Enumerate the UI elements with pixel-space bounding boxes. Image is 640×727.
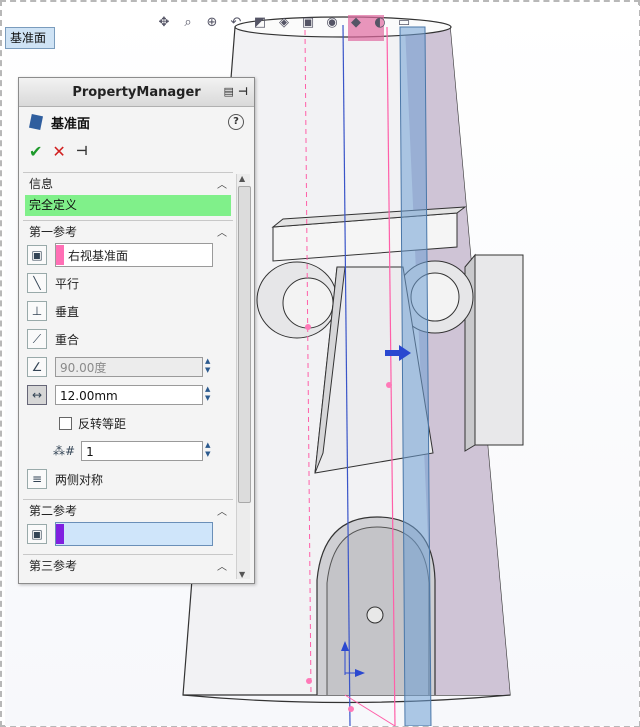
perpendicular-icon[interactable]: ⊥ — [27, 301, 47, 321]
ref2-color-swatch — [56, 524, 64, 544]
hide-show-icon[interactable]: ◉ — [323, 13, 341, 31]
scrollbar-thumb[interactable] — [238, 186, 251, 503]
ref1-header-label: 第一参考 — [29, 224, 78, 239]
info-section-header[interactable]: 信息 ︿ — [23, 172, 233, 193]
count-row: ⁂# 1 ▲ ▼ — [23, 437, 233, 465]
plane-feature-icon — [29, 114, 43, 130]
ref2-section-header[interactable]: 第二参考 ︿ — [23, 499, 233, 520]
perpendicular-option[interactable]: ⊥ 垂直 — [23, 297, 233, 325]
plane-preview — [399, 26, 432, 726]
ear-block — [474, 254, 524, 446]
flip-offset-label: 反转等距 — [78, 416, 127, 431]
instances-icon: ⁂# — [53, 444, 76, 458]
chevron-up-icon[interactable]: ︿ — [217, 224, 227, 239]
window-frame: ✥ ⌕ ⊕ ↶ ◩ ◈ ▣ ◉ ◆ ◐ ▭ 基准面 PropertyManage… — [0, 0, 640, 727]
pan-icon[interactable]: ✥ — [155, 13, 173, 31]
zoom-fit-icon[interactable]: ⌕ — [179, 13, 197, 31]
distance-input[interactable]: 12.00mm — [55, 385, 203, 405]
mid-plane-icon[interactable]: ≡ — [27, 469, 47, 489]
view-orientation-icon[interactable]: ◈ — [275, 13, 293, 31]
chevron-up-icon[interactable]: ︿ — [217, 558, 227, 573]
coincident-option[interactable]: ⟋ 重合 — [23, 325, 233, 353]
chevron-up-icon[interactable]: ︿ — [217, 503, 227, 518]
ref1-selection-row: ▣ 右视基准面 — [23, 241, 233, 269]
distance-row: ↔ 12.00mm ▲ ▼ — [23, 381, 233, 409]
property-manager-title: PropertyManager ▤ ⊣ — [19, 78, 254, 107]
breadcrumb[interactable]: 基准面 — [5, 27, 56, 49]
ref1-selection-box[interactable]: 右视基准面 — [55, 243, 213, 267]
ref1-color-swatch — [56, 245, 64, 265]
ref2-selection-row: ▣ — [23, 520, 233, 548]
edit-appearance-icon[interactable]: ◆ — [347, 13, 365, 31]
zoom-area-icon[interactable]: ⊕ — [203, 13, 221, 31]
pin-panel-icon[interactable]: ⊣ — [238, 85, 248, 98]
previous-view-icon[interactable]: ↶ — [227, 13, 245, 31]
count-spinner[interactable]: ▲ ▼ — [205, 441, 217, 461]
property-manager-title-text: PropertyManager — [72, 84, 201, 100]
offset-distance-icon[interactable]: ↔ — [27, 385, 47, 405]
graphics-area[interactable]: ✥ ⌕ ⊕ ↶ ◩ ◈ ▣ ◉ ◆ ◐ ▭ 基准面 PropertyManage… — [5, 5, 639, 726]
section-view-icon[interactable]: ◩ — [251, 13, 269, 31]
scroll-up-icon[interactable]: ▲ — [239, 174, 245, 183]
perpendicular-label: 垂直 — [55, 304, 80, 319]
collapse-icon[interactable]: ▤ — [224, 85, 234, 98]
feature-name: 基准面 — [51, 116, 91, 132]
reference-entity-icon: ▣ — [27, 524, 47, 544]
keep-visible-button[interactable]: ⊣ — [76, 144, 88, 159]
ref3-header-label: 第三参考 — [29, 558, 78, 573]
angle-spinner[interactable]: ▲ ▼ — [205, 357, 217, 377]
ok-button[interactable]: ✔ — [29, 142, 42, 161]
parallel-option[interactable]: ╲ 平行 — [23, 269, 233, 297]
distance-spinner[interactable]: ▲ ▼ — [205, 385, 217, 405]
display-style-icon[interactable]: ▣ — [299, 13, 317, 31]
ref3-section-header[interactable]: 第三参考 ︿ — [23, 554, 233, 575]
knob — [366, 606, 384, 624]
ref1-selection-text: 右视基准面 — [68, 248, 129, 263]
ref2-header-label: 第二参考 — [29, 503, 78, 518]
property-content: 信息 ︿ 完全定义 第一参考 ︿ ▣ 右视基准面 ╲ 平行 ⊥ 垂直 ⟋ 重合 … — [23, 172, 233, 575]
feature-header: 基准面 ? — [19, 107, 254, 137]
scrollbar[interactable]: ▲ ▼ — [236, 174, 251, 579]
status-message: 完全定义 — [25, 195, 231, 216]
scroll-down-icon[interactable]: ▼ — [239, 570, 245, 579]
count-input[interactable]: 1 — [81, 441, 204, 461]
property-manager: PropertyManager ▤ ⊣ 基准面 ? ✔ ✕ ⊣ 信息 ︿ 完全定… — [18, 77, 255, 584]
angle-row: ∠ 90.00度 ▲ ▼ — [23, 353, 233, 381]
flip-offset-row[interactable]: 反转等距 — [23, 409, 233, 437]
flip-offset-checkbox[interactable] — [59, 416, 72, 430]
parallel-label: 平行 — [55, 276, 80, 291]
angle-icon[interactable]: ∠ — [27, 357, 47, 377]
mid-plane-option[interactable]: ≡ 两侧对称 — [23, 465, 233, 493]
help-button[interactable]: ? — [228, 114, 244, 130]
scene-icon[interactable]: ◐ — [371, 13, 389, 31]
action-buttons: ✔ ✕ ⊣ — [19, 137, 254, 165]
mid-plane-label: 两侧对称 — [55, 472, 104, 487]
angle-input[interactable]: 90.00度 — [55, 357, 203, 377]
info-header-label: 信息 — [29, 176, 54, 191]
coincident-label: 重合 — [55, 332, 80, 347]
cancel-button[interactable]: ✕ — [52, 142, 65, 161]
ref2-selection-box[interactable] — [55, 522, 213, 546]
chevron-up-icon[interactable]: ︿ — [217, 176, 227, 191]
coincident-icon[interactable]: ⟋ — [27, 329, 47, 349]
reference-entity-icon: ▣ — [27, 245, 47, 265]
parallel-icon[interactable]: ╲ — [27, 273, 47, 293]
heads-up-toolbar: ✥ ⌕ ⊕ ↶ ◩ ◈ ▣ ◉ ◆ ◐ ▭ — [155, 11, 413, 33]
view-settings-icon[interactable]: ▭ — [395, 13, 413, 31]
ref1-section-header[interactable]: 第一参考 ︿ — [23, 220, 233, 241]
